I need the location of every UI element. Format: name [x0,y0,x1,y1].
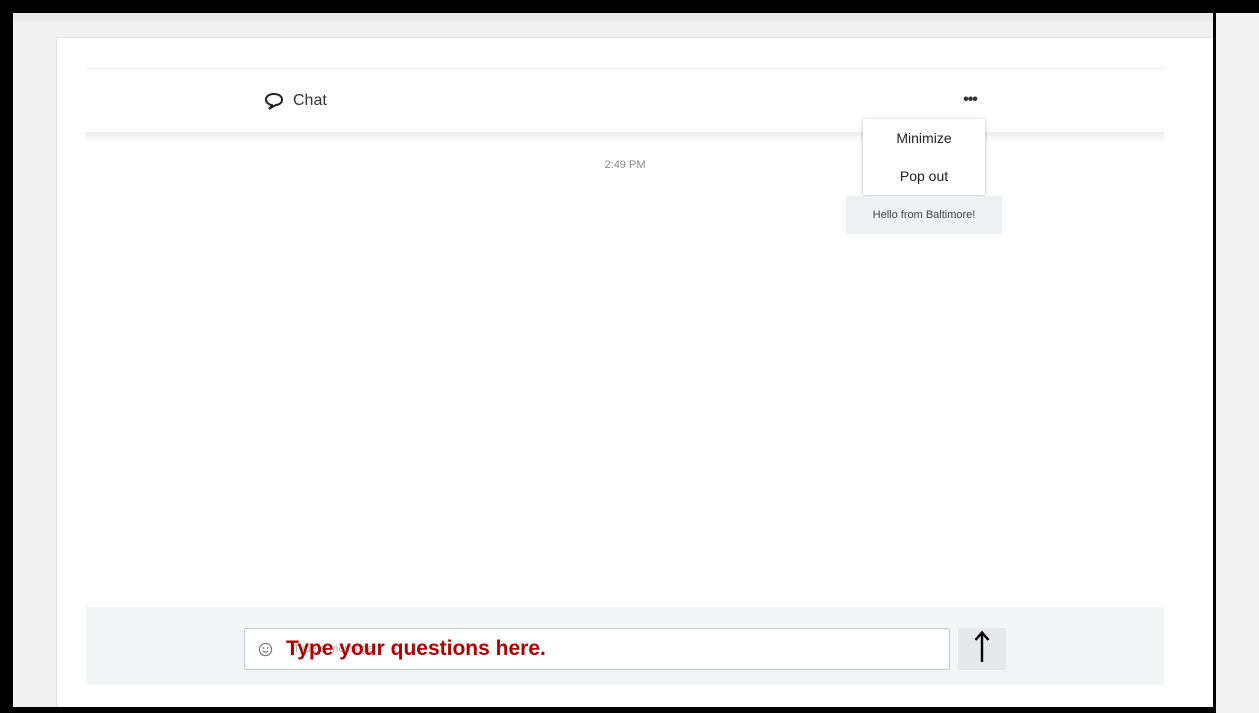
options-menu: Minimize Pop out [863,119,985,195]
chat-header [86,69,1164,133]
frame-right-border [1213,13,1216,713]
smiley-icon[interactable] [257,641,273,657]
menu-item-minimize[interactable]: Minimize [863,119,985,157]
message-bubble: Hello from Baltimore! [846,196,1002,234]
menu-item-pop-out[interactable]: Pop out [863,157,985,195]
frame-left-border [0,0,13,713]
header-shadow [86,132,1164,142]
speech-bubble-icon [264,91,284,111]
top-strip [13,13,1213,21]
chat-title: Chat [264,90,327,112]
arrow-up-icon [973,630,991,669]
message-timestamp: 2:49 PM [604,159,646,171]
send-button[interactable] [958,628,1006,670]
annotation-overlay-text: Type your questions here. [286,637,546,660]
frame-bottom-border [0,707,1213,713]
chat-title-label: Chat [293,92,327,109]
more-options-button[interactable]: ••• [956,90,984,110]
frame-top-border [0,0,1259,13]
right-margin [1216,13,1259,713]
